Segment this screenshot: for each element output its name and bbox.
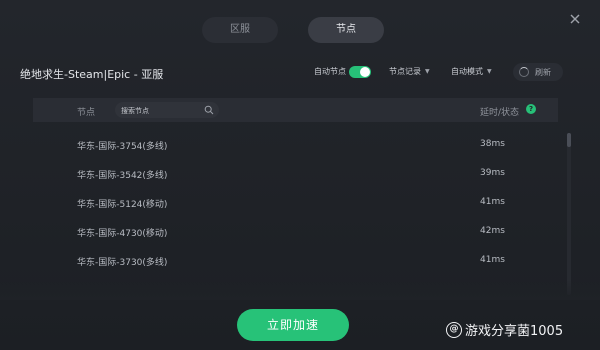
tab-bar: 区服 节点: [202, 17, 384, 43]
scrollbar-thumb[interactable]: [567, 133, 571, 147]
list-item[interactable]: 华东-国际-4730(移动) 42ms: [33, 221, 558, 250]
list-item[interactable]: 华东-国际-5124(移动) 41ms: [33, 192, 558, 221]
help-icon[interactable]: ?: [526, 104, 536, 114]
auto-node-label: 自动节点: [314, 67, 346, 76]
node-name: 华东-国际-3542(多线): [77, 171, 168, 181]
node-record-label: 节点记录: [389, 67, 421, 76]
game-title: 绝地求生-Steam|Epic - 亚服: [20, 68, 164, 81]
node-latency: 39ms: [480, 168, 505, 178]
node-name: 华东-国际-5124(移动): [77, 200, 168, 210]
list-header: 节点 延时/状态 ?: [33, 98, 558, 122]
node-name: 华东-国际-3754(多线): [77, 142, 168, 152]
accelerate-button[interactable]: 立即加速: [237, 309, 349, 341]
watermark: @ 游戏分享菌1005: [446, 320, 563, 339]
node-record-dropdown[interactable]: 节点记录 ▼: [389, 66, 430, 77]
node-latency: 42ms: [480, 226, 505, 236]
refresh-label: 刷新: [535, 67, 551, 77]
refresh-button[interactable]: 刷新: [513, 63, 563, 81]
watermark-logo: @: [446, 321, 462, 338]
column-latency: 延时/状态: [480, 108, 520, 118]
column-node: 节点: [77, 108, 96, 118]
auto-node-toggle[interactable]: [349, 66, 371, 78]
auto-mode-label: 自动模式: [451, 67, 483, 76]
list-item[interactable]: 华东-国际-3542(多线) 39ms: [33, 163, 558, 192]
tab-server[interactable]: 区服: [202, 17, 278, 43]
node-latency: 41ms: [480, 255, 505, 265]
tab-node[interactable]: 节点: [308, 17, 384, 43]
list-item[interactable]: 华东-国际-3730(多线) 41ms: [33, 250, 558, 279]
watermark-text: 游戏分享菌1005: [465, 324, 564, 339]
node-list: 华东-国际-3754(多线) 38ms 华东-国际-3542(多线) 39ms …: [33, 134, 558, 279]
search-icon[interactable]: [204, 105, 214, 115]
node-latency: 41ms: [480, 197, 505, 207]
search-box: [115, 102, 219, 120]
auto-mode-dropdown[interactable]: 自动模式 ▼: [451, 66, 492, 77]
node-list-panel: 节点 延时/状态 ? 华东-国际-3754(多线) 38ms 华东-国际-354…: [33, 98, 558, 298]
chevron-down-icon: ▼: [425, 68, 430, 75]
list-item[interactable]: 华东-国际-3754(多线) 38ms: [33, 134, 558, 163]
node-name: 华东-国际-4730(移动): [77, 229, 168, 239]
node-latency: 38ms: [480, 139, 505, 149]
close-icon[interactable]: [568, 12, 582, 26]
list-fade: [0, 280, 600, 300]
node-name: 华东-国际-3730(多线): [77, 258, 168, 268]
refresh-icon: [519, 67, 529, 77]
toggle-knob: [360, 67, 370, 77]
chevron-down-icon: ▼: [487, 68, 492, 75]
search-input[interactable]: [115, 102, 203, 120]
list-scrollbar[interactable]: [567, 133, 571, 295]
